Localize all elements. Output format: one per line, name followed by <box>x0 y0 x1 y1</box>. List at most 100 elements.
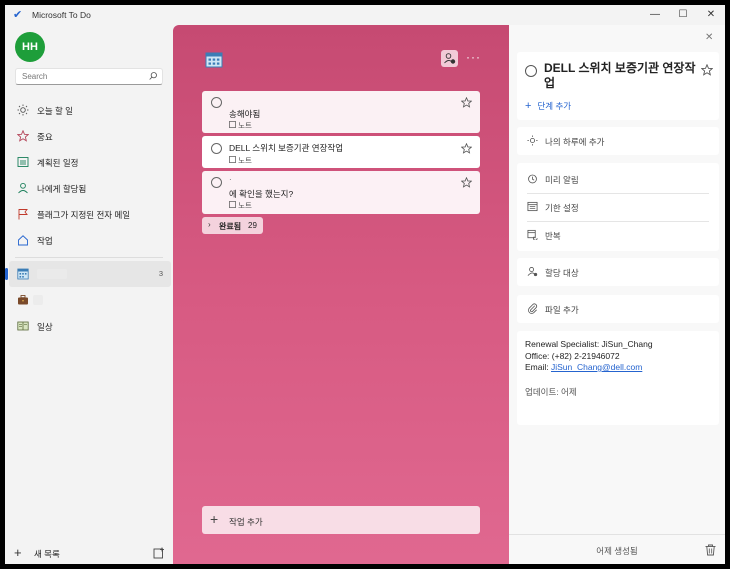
calendar-grid-icon <box>17 157 29 167</box>
chevron-right-icon: › <box>208 220 211 229</box>
new-group-icon[interactable] <box>153 547 165 559</box>
search-input[interactable]: Search <box>15 68 163 85</box>
add-step-label: 단계 추가 <box>537 101 572 111</box>
maximize-button[interactable]: ☐ <box>669 5 697 25</box>
share-list-button[interactable] <box>441 50 458 67</box>
title-bar: ✔ Microsoft To Do — ☐ ✕ <box>5 5 725 25</box>
close-window-button[interactable]: ✕ <box>697 5 725 25</box>
sidebar-item-my-day[interactable]: 오늘 할 일 <box>5 97 173 123</box>
sidebar-item-label: 작업 <box>37 236 53 246</box>
star-icon[interactable] <box>461 177 472 188</box>
share-person-icon <box>444 53 456 64</box>
assign-person-icon <box>527 267 538 277</box>
repeat-calendar-icon <box>527 229 538 240</box>
sidebar-item-planned[interactable]: 계획된 일정 <box>5 149 173 175</box>
star-icon[interactable] <box>461 143 472 154</box>
add-task-input[interactable]: + 작업 추가 <box>202 506 480 534</box>
file-card: 파일 추가 <box>517 295 719 323</box>
add-task-label: 작업 추가 <box>229 517 263 527</box>
minimize-button[interactable]: — <box>641 5 669 25</box>
sidebar-item-important[interactable]: 중요 <box>5 123 173 149</box>
sidebar-item-label: 플래그가 지정된 전자 메일 <box>37 210 131 220</box>
app-window: ✔ Microsoft To Do — ☐ ✕ HH Search 오늘 할 일… <box>5 5 725 564</box>
sidebar-item-label <box>37 269 67 279</box>
more-options-icon[interactable]: ··· <box>466 50 481 64</box>
task-note-indicator: 노트 <box>229 155 252 166</box>
task-list-pane: ··· 송해야됨 노트 DELL 스위치 보증기관 연장작업 노트 · 에 확인… <box>173 25 509 564</box>
add-step-button[interactable]: + 단계 추가 <box>525 100 571 112</box>
sidebar-item-label: 중요 <box>37 132 53 142</box>
star-icon[interactable] <box>701 64 713 76</box>
sidebar-divider <box>15 257 163 258</box>
search-icon[interactable] <box>148 70 158 82</box>
file-label: 파일 추가 <box>545 305 579 315</box>
complete-checkbox[interactable] <box>211 177 222 188</box>
alarm-clock-icon <box>528 174 537 184</box>
complete-checkbox[interactable] <box>211 143 222 154</box>
task-prefix: · <box>229 175 232 184</box>
note-area[interactable]: Renewal Specialist: JiSun_Chang Office: … <box>517 331 719 425</box>
email-link[interactable]: JiSun_Chang@dell.com <box>551 362 642 372</box>
note-icon <box>229 201 236 208</box>
sidebar-item-work-list[interactable] <box>5 287 173 313</box>
sidebar-item-tasks[interactable]: 작업 <box>5 227 173 253</box>
sidebar-item-label: 오늘 할 일 <box>37 106 74 116</box>
sidebar-item-flagged[interactable]: 플래그가 지정된 전자 메일 <box>5 201 173 227</box>
remind-me-button[interactable]: 미리 알림 <box>517 165 719 193</box>
completed-toggle[interactable]: › 완료됨 29 <box>202 217 263 234</box>
task-note-indicator: 노트 <box>229 120 252 131</box>
new-list-button[interactable]: + 새 목록 <box>5 543 173 563</box>
briefcase-icon <box>18 295 28 305</box>
paperclip-icon <box>528 303 538 314</box>
add-due-date-button[interactable]: 기한 설정 <box>517 193 719 221</box>
star-icon[interactable] <box>461 97 472 108</box>
trash-icon[interactable] <box>705 544 716 556</box>
assign-label: 할당 대상 <box>545 268 579 278</box>
plus-icon: + <box>14 545 22 560</box>
assign-to-button[interactable]: 할당 대상 <box>517 258 719 286</box>
list-calendar-icon <box>17 268 29 280</box>
complete-checkbox[interactable] <box>211 97 222 108</box>
notebook-icon <box>17 321 29 331</box>
flag-icon <box>18 209 28 220</box>
repeat-button[interactable]: 반복 <box>517 221 719 249</box>
task-note-label: 노트 <box>238 201 252 210</box>
note-line-3: Email: JiSun_Chang@dell.com <box>525 362 711 374</box>
window-title: Microsoft To Do <box>32 10 91 20</box>
note-updated-label: 업데이트: 어제 <box>525 387 577 397</box>
list-calendar-icon <box>205 52 223 68</box>
person-icon <box>18 182 28 194</box>
note-line-1: Renewal Specialist: JiSun_Chang <box>525 339 653 349</box>
sun-icon <box>17 104 29 116</box>
add-file-button[interactable]: 파일 추가 <box>517 295 719 323</box>
assign-card: 할당 대상 <box>517 258 719 286</box>
sun-icon <box>527 135 538 146</box>
task-item-selected[interactable]: DELL 스위치 보증기관 연장작업 노트 <box>202 136 480 168</box>
detail-task-title[interactable]: DELL 스위치 보증기관 연장작업 <box>544 61 699 91</box>
close-detail-icon[interactable]: ✕ <box>705 32 713 43</box>
sidebar-item-assigned[interactable]: 나에게 할당됨 <box>5 175 173 201</box>
sidebar-item-label: 일상 <box>37 322 53 332</box>
task-note-indicator: 노트 <box>229 200 252 211</box>
star-icon <box>17 130 29 142</box>
task-title: DELL 스위치 보증기관 연장작업 <box>229 143 344 153</box>
task-title-card: DELL 스위치 보증기관 연장작업 + 단계 추가 <box>517 52 719 120</box>
task-item[interactable]: 송해야됨 노트 <box>202 91 480 133</box>
task-title: 송해야됨 <box>229 109 261 119</box>
plus-icon: + <box>525 100 532 112</box>
sidebar-item-daily-list[interactable]: 일상 <box>5 313 173 339</box>
remind-label: 미리 알림 <box>545 175 579 185</box>
plus-icon: + <box>210 511 219 527</box>
avatar[interactable]: HH <box>15 32 45 62</box>
todo-logo-icon: ✔ <box>13 9 23 21</box>
email-prefix: Email: <box>525 362 551 372</box>
note-icon <box>229 156 236 163</box>
search-placeholder: Search <box>22 72 48 81</box>
note-line-2: Office: (+82) 2-21946072 <box>525 350 620 361</box>
sidebar-item-active-list[interactable]: 3 <box>5 261 171 287</box>
created-label: 어제 생성됨 <box>596 546 638 556</box>
completed-count: 29 <box>248 221 257 230</box>
task-item[interactable]: · 에 확인을 했는지? 노트 <box>202 171 480 214</box>
add-to-my-day-button[interactable]: 나의 하루에 추가 <box>517 127 719 155</box>
complete-checkbox[interactable] <box>525 65 537 77</box>
